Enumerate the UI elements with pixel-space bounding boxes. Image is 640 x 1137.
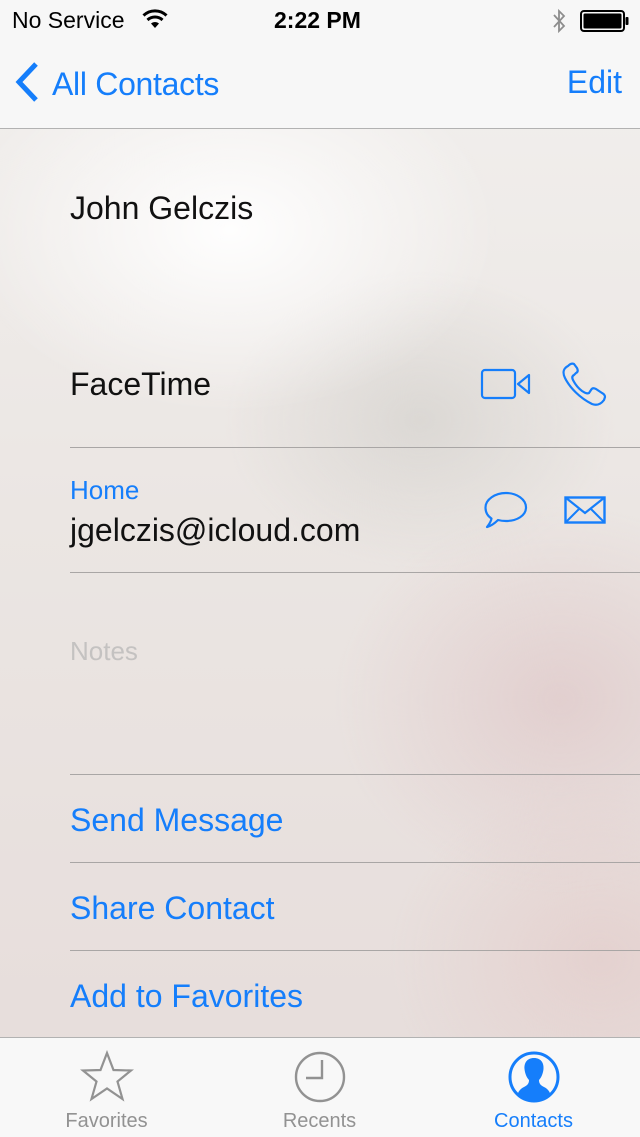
notes-field[interactable]: Notes xyxy=(70,636,138,667)
edit-button[interactable]: Edit xyxy=(567,64,622,101)
tab-favorites[interactable]: Favorites xyxy=(0,1038,213,1137)
back-button[interactable]: All Contacts xyxy=(14,61,220,107)
message-bubble-icon[interactable] xyxy=(483,490,529,535)
divider xyxy=(70,950,640,951)
envelope-icon[interactable] xyxy=(564,496,606,529)
add-to-favorites-button[interactable]: Add to Favorites xyxy=(70,978,303,1015)
video-camera-icon[interactable] xyxy=(480,368,532,405)
tab-label: Contacts xyxy=(494,1110,573,1132)
status-bar: No Service 2:22 PM xyxy=(0,0,640,40)
carrier-label: No Service xyxy=(12,7,125,33)
star-icon xyxy=(79,1049,134,1107)
phone-icon[interactable] xyxy=(560,362,610,413)
divider xyxy=(70,774,640,775)
divider xyxy=(70,572,640,573)
contact-person-icon xyxy=(507,1050,561,1109)
divider xyxy=(70,862,640,863)
tab-bar: Favorites Recents Contacts xyxy=(0,1037,640,1137)
divider xyxy=(70,447,640,448)
facetime-label: FaceTime xyxy=(70,366,212,402)
share-contact-button[interactable]: Share Contact xyxy=(70,890,275,927)
clock-time: 2:22 PM xyxy=(274,7,361,33)
send-message-button[interactable]: Send Message xyxy=(70,802,283,839)
bluetooth-icon xyxy=(551,8,567,39)
email-type-label: Home xyxy=(70,475,140,505)
navigation-bar: All Contacts Edit xyxy=(0,40,640,129)
chevron-left-icon xyxy=(14,61,40,107)
battery-icon xyxy=(580,10,630,37)
tab-recents[interactable]: Recents xyxy=(213,1038,426,1137)
back-button-label: All Contacts xyxy=(52,65,220,102)
email-value[interactable]: jgelczis@icloud.com xyxy=(70,512,360,549)
tab-label: Favorites xyxy=(65,1110,148,1132)
contact-name: John Gelczis xyxy=(70,190,254,226)
clock-icon xyxy=(293,1050,347,1109)
tab-contacts[interactable]: Contacts xyxy=(427,1038,640,1137)
wifi-icon xyxy=(142,9,168,34)
tab-label: Recents xyxy=(282,1110,357,1132)
